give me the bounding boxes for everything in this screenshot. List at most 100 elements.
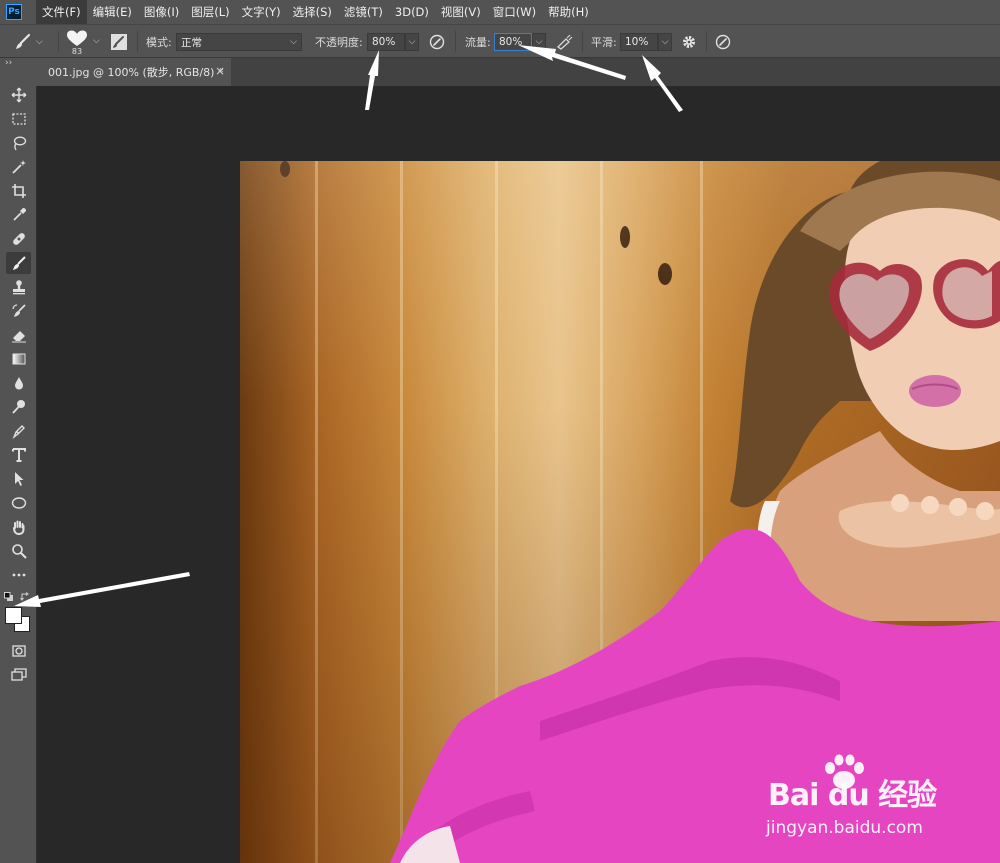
ellipsis-icon: [12, 573, 25, 577]
hand-tool[interactable]: [6, 516, 31, 538]
canvas-area[interactable]: [37, 86, 1000, 863]
divider: [582, 31, 583, 52]
magnifier-icon: [11, 544, 27, 559]
shape-tool[interactable]: [6, 492, 31, 514]
divider: [455, 31, 456, 52]
brush-icon: [12, 256, 26, 270]
quick-mask-icon: [11, 645, 26, 657]
menu-3d[interactable]: 3D(D): [389, 0, 435, 24]
chevron-down-icon: ⌵: [36, 36, 43, 47]
lasso-tool[interactable]: [6, 132, 31, 154]
menu-window[interactable]: 窗口(W): [487, 0, 542, 24]
opacity-input[interactable]: 80%: [367, 33, 405, 51]
move-icon: [11, 87, 26, 103]
menu-filter[interactable]: 滤镜(T): [338, 0, 389, 24]
history-brush-tool[interactable]: [6, 300, 31, 322]
eyedropper-tool[interactable]: [6, 204, 31, 226]
document-tab[interactable]: 001.jpg @ 100% (散步, RGB/8) *: [37, 58, 231, 86]
swap-colors-icon[interactable]: [20, 592, 30, 602]
tool-preset-picker[interactable]: ⌵: [14, 25, 43, 58]
menu-file[interactable]: 文件(F): [36, 0, 87, 24]
airbrush-button[interactable]: [556, 25, 574, 58]
ellipse-icon: [11, 497, 26, 509]
smoothing-input[interactable]: 10%: [620, 33, 658, 51]
quick-mask-button[interactable]: [6, 640, 31, 662]
eraser-tool[interactable]: [6, 324, 31, 346]
menu-bar: Ps 文件(F) 编辑(E) 图像(I) 图层(L) 文字(Y) 选择(S) 滤…: [0, 0, 1000, 24]
stamp-icon: [12, 280, 25, 295]
smoothing-label: 平滑:: [591, 35, 617, 49]
magic-wand-icon: [11, 160, 26, 174]
pen-icon: [11, 425, 25, 439]
pressure-opacity-button[interactable]: [429, 25, 445, 58]
pen-tool[interactable]: [6, 420, 31, 442]
chevron-down-icon: ⌵: [661, 37, 669, 47]
crop-tool[interactable]: [6, 180, 31, 202]
type-tool[interactable]: [6, 444, 31, 466]
smoothing-options-button[interactable]: [681, 25, 697, 58]
brush-settings-toggle[interactable]: [110, 25, 128, 58]
clone-stamp-tool[interactable]: [6, 276, 31, 298]
path-selection-tool[interactable]: [6, 468, 31, 490]
default-colors-icon[interactable]: [4, 592, 14, 602]
menu-select[interactable]: 选择(S): [287, 0, 338, 24]
divider: [58, 31, 59, 52]
blur-tool[interactable]: [6, 372, 31, 394]
pressure-size-button[interactable]: [715, 25, 731, 58]
divider: [706, 31, 707, 52]
pen-pressure-size-icon: [715, 34, 731, 49]
droplet-icon: [14, 377, 23, 390]
collapse-icon[interactable]: ››: [5, 58, 12, 68]
gear-icon: [683, 35, 695, 48]
toolbox-header: ››: [0, 58, 37, 86]
menu-view[interactable]: 视图(V): [435, 0, 487, 24]
options-bar: ⌵ 83 ⌵ 模式: 正常 ⌵ 不透明度: 80% ⌵ 流量: 80% ⌵ 平滑…: [0, 24, 1000, 58]
brush-tool[interactable]: [6, 252, 31, 274]
airbrush-icon: [556, 34, 573, 50]
gradient-tool[interactable]: [6, 348, 31, 370]
rectangular-marquee-icon: [11, 113, 26, 125]
marquee-tool[interactable]: [6, 108, 31, 130]
pen-pressure-icon: [429, 34, 445, 49]
flow-slider-toggle[interactable]: ⌵: [532, 33, 546, 51]
menu-type[interactable]: 文字(Y): [236, 0, 287, 24]
move-tool[interactable]: [6, 84, 31, 106]
chevron-down-icon[interactable]: ⌵: [93, 36, 100, 46]
bandage-icon: [12, 233, 25, 245]
magic-wand-tool[interactable]: [6, 156, 31, 178]
opacity-label: 不透明度:: [315, 35, 363, 49]
brush-panel-icon: [111, 33, 127, 50]
eraser-icon: [11, 331, 26, 343]
brush-size: 83: [71, 46, 83, 56]
zoom-tool[interactable]: [6, 540, 31, 562]
gradient-icon: [12, 353, 25, 365]
brush-preset-picker[interactable]: 83: [66, 25, 88, 58]
more-tools[interactable]: [6, 564, 31, 586]
opacity-slider-toggle[interactable]: ⌵: [405, 33, 419, 51]
photoshop-logo: Ps: [6, 4, 22, 20]
crop-icon: [11, 184, 26, 198]
menu-edit[interactable]: 编辑(E): [87, 0, 138, 24]
close-icon[interactable]: ×: [215, 64, 225, 78]
blend-mode-select[interactable]: 正常 ⌵: [176, 33, 302, 51]
foreground-color-swatch[interactable]: [5, 607, 22, 624]
text-icon: [11, 448, 26, 462]
heart-brush-icon: [67, 30, 87, 46]
watermark-url: jingyan.baidu.com: [766, 818, 923, 838]
smoothing-slider-toggle[interactable]: ⌵: [658, 33, 672, 51]
chevron-down-icon: ⌵: [290, 37, 297, 47]
dodge-tool[interactable]: [6, 396, 31, 418]
menu-image[interactable]: 图像(I): [138, 0, 185, 24]
flow-input[interactable]: 80%: [494, 33, 532, 51]
opacity-value: 80%: [372, 36, 396, 48]
arrow-select-icon: [14, 472, 23, 486]
healing-brush-tool[interactable]: [6, 228, 31, 250]
screen-mode-button[interactable]: [6, 664, 31, 686]
mode-label: 模式:: [146, 35, 172, 49]
chevron-down-icon: ⌵: [408, 37, 416, 47]
menu-layer[interactable]: 图层(L): [185, 0, 235, 24]
menu-help[interactable]: 帮助(H): [542, 0, 595, 24]
document-tab-bar: 001.jpg @ 100% (散步, RGB/8) * ×: [37, 58, 1000, 86]
flow-value: 80%: [499, 36, 523, 48]
divider: [137, 31, 138, 52]
